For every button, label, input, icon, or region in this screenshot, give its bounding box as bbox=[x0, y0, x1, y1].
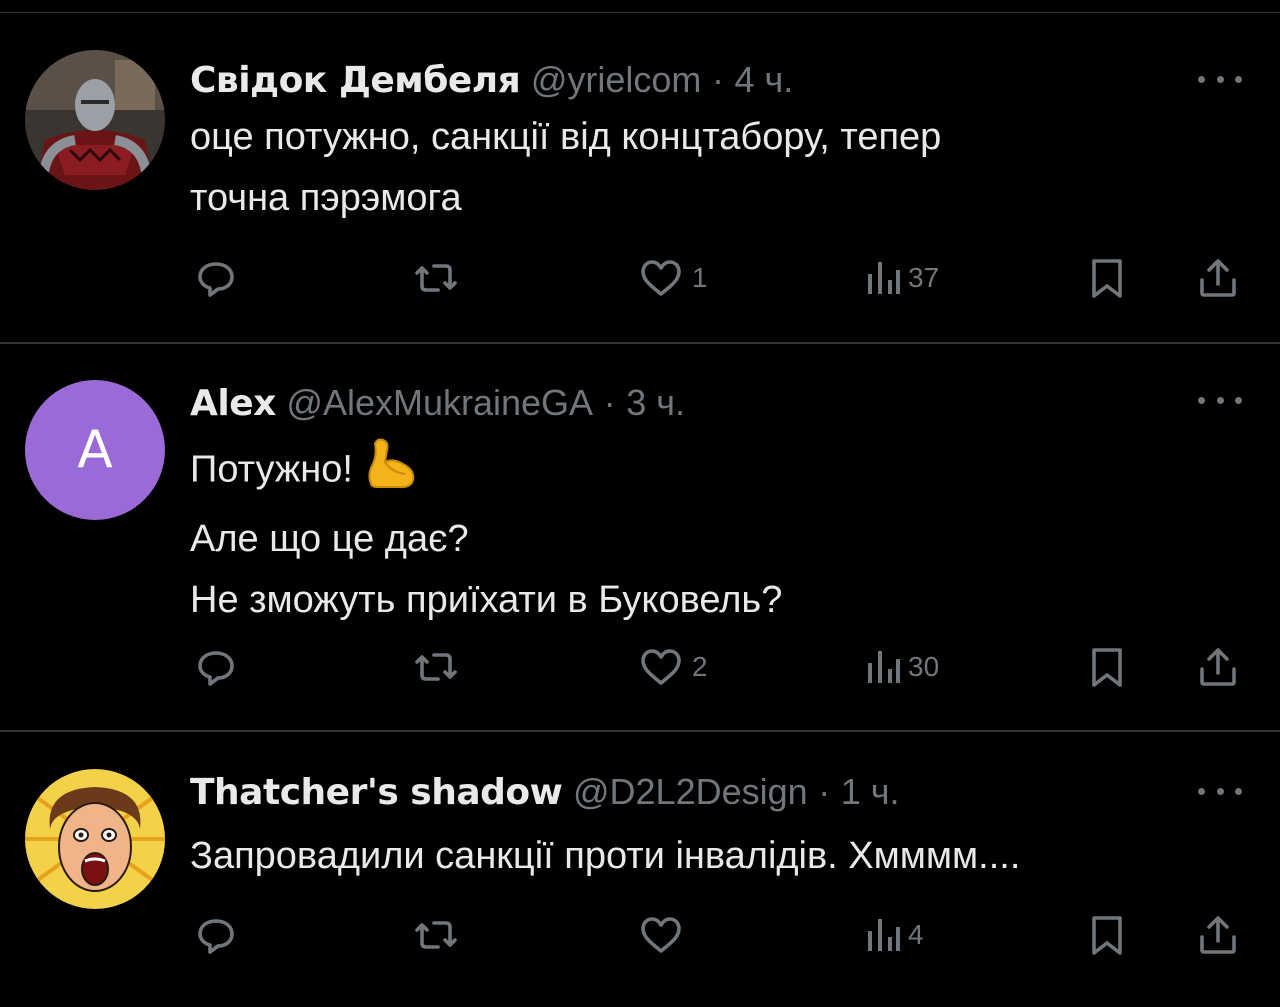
display-name[interactable]: Свідок Дембеля bbox=[190, 60, 521, 101]
retweet-icon bbox=[415, 653, 457, 681]
user-handle[interactable]: @AlexMukraineGA bbox=[286, 382, 593, 423]
reply-button[interactable] bbox=[192, 253, 246, 303]
more-options-button[interactable] bbox=[1198, 69, 1242, 89]
action-bar: 4 bbox=[190, 910, 1250, 960]
more-dots-icon bbox=[1198, 787, 1205, 795]
knight-avatar-image bbox=[25, 50, 165, 190]
flexed-biceps-icon bbox=[363, 434, 419, 509]
share-button[interactable] bbox=[1194, 910, 1242, 960]
timestamp[interactable]: 3 ч. bbox=[626, 382, 685, 423]
avatar-letter: A bbox=[77, 420, 113, 480]
more-dot bbox=[1235, 75, 1242, 83]
tweet-text-line: Потужно! bbox=[190, 434, 1220, 509]
like-count: 1 bbox=[692, 262, 708, 293]
like-button[interactable]: 2 bbox=[636, 642, 708, 692]
heart-icon bbox=[641, 917, 681, 953]
display-name[interactable]: Alex bbox=[190, 383, 276, 424]
more-options-button[interactable] bbox=[1198, 390, 1242, 410]
view-count: 37 bbox=[908, 262, 940, 293]
tweet-2[interactable]: A Alex @AlexMukraineGA · 3 ч. Потужно! А… bbox=[0, 344, 1280, 732]
user-handle[interactable]: @yrielcom bbox=[531, 59, 702, 100]
bookmark-button[interactable] bbox=[1083, 253, 1131, 303]
views-button[interactable]: 4 bbox=[862, 910, 924, 960]
retweet-button[interactable] bbox=[412, 642, 466, 692]
action-bar: 2 30 bbox=[190, 642, 1250, 692]
more-dot bbox=[1235, 396, 1242, 404]
bookmark-icon bbox=[1092, 916, 1122, 955]
tweet-text-line: Не зможуть приїхати в Буковель? bbox=[190, 579, 783, 621]
view-count: 30 bbox=[908, 651, 940, 682]
avatar[interactable] bbox=[25, 769, 165, 909]
reply-bubble-icon bbox=[198, 262, 234, 297]
tweet-text: Потужно! Але що це дає? Не зможуть приїх… bbox=[190, 434, 1220, 631]
share-button[interactable] bbox=[1194, 253, 1242, 303]
reply-bubble-icon bbox=[198, 651, 234, 686]
tweet-text-line: Але що це дає? bbox=[190, 518, 469, 560]
like-count: 2 bbox=[692, 651, 708, 682]
tweet-text: Запровадили санкції проти інвалідів. Хмм… bbox=[190, 826, 1260, 887]
view-count: 4 bbox=[908, 919, 924, 950]
more-dots-icon bbox=[1198, 75, 1205, 83]
display-name[interactable]: Thatcher's shadow bbox=[190, 772, 563, 813]
like-button[interactable]: 1 bbox=[636, 253, 708, 303]
user-handle[interactable]: @D2L2Design bbox=[573, 771, 808, 812]
tweet-header: Alex @AlexMukraineGA · 3 ч. bbox=[190, 381, 1180, 425]
action-bar: 1 37 bbox=[190, 253, 1250, 303]
tweet-header: Свідок Дембеля @yrielcom · 4 ч. bbox=[190, 58, 1180, 102]
views-bar-chart-icon bbox=[868, 262, 900, 294]
separator-dot: · bbox=[711, 59, 724, 100]
share-icon bbox=[1200, 648, 1236, 686]
heart-icon bbox=[641, 260, 681, 296]
retweet-button[interactable] bbox=[412, 910, 466, 960]
share-icon bbox=[1200, 916, 1236, 954]
views-bar-chart-icon bbox=[868, 919, 900, 951]
more-dot bbox=[1216, 75, 1224, 83]
reply-button[interactable] bbox=[192, 642, 246, 692]
retweet-icon bbox=[415, 921, 457, 949]
avatar[interactable]: A bbox=[25, 380, 165, 520]
tweet-3[interactable]: Thatcher's shadow @D2L2Design · 1 ч. Зап… bbox=[0, 732, 1280, 1007]
timestamp[interactable]: 4 ч. bbox=[735, 59, 794, 100]
tweet-text-line: Запровадили санкції проти інвалідів. Хмм… bbox=[190, 835, 1021, 877]
avatar[interactable] bbox=[25, 50, 165, 190]
reply-bubble-icon bbox=[198, 919, 234, 954]
screaming-woman-avatar-image bbox=[25, 769, 165, 909]
more-dot bbox=[1216, 787, 1224, 795]
more-options-button[interactable] bbox=[1198, 781, 1242, 801]
share-button[interactable] bbox=[1194, 642, 1242, 692]
views-button[interactable]: 37 bbox=[862, 253, 939, 303]
tweet-text-line: точна пэрэмога bbox=[190, 177, 462, 219]
tweet-header: Thatcher's shadow @D2L2Design · 1 ч. bbox=[190, 770, 1180, 814]
more-dots-icon bbox=[1198, 396, 1205, 404]
tweet-1[interactable]: Свідок Дембеля @yrielcom · 4 ч. оце поту… bbox=[0, 13, 1280, 344]
views-bar-chart-icon bbox=[868, 651, 900, 683]
bookmark-icon bbox=[1092, 259, 1122, 298]
more-dot bbox=[1235, 787, 1242, 795]
tweet-text-line-content: Потужно! bbox=[190, 448, 353, 491]
separator-dot: · bbox=[603, 382, 616, 423]
like-button[interactable] bbox=[636, 910, 692, 960]
tweet-text-line: оце потужно, санкції від концтабору, теп… bbox=[190, 116, 942, 158]
bookmark-icon bbox=[1092, 648, 1122, 687]
tweet-text: оце потужно, санкції від концтабору, теп… bbox=[190, 107, 1220, 229]
bookmark-button[interactable] bbox=[1083, 642, 1131, 692]
retweet-button[interactable] bbox=[412, 253, 466, 303]
timestamp[interactable]: 1 ч. bbox=[841, 771, 900, 812]
bookmark-button[interactable] bbox=[1083, 910, 1131, 960]
share-icon bbox=[1200, 259, 1236, 297]
reply-button[interactable] bbox=[192, 910, 246, 960]
views-button[interactable]: 30 bbox=[862, 642, 939, 692]
heart-icon bbox=[641, 649, 681, 685]
retweet-icon bbox=[415, 264, 457, 292]
separator-dot: · bbox=[818, 771, 831, 812]
more-dot bbox=[1216, 396, 1224, 404]
